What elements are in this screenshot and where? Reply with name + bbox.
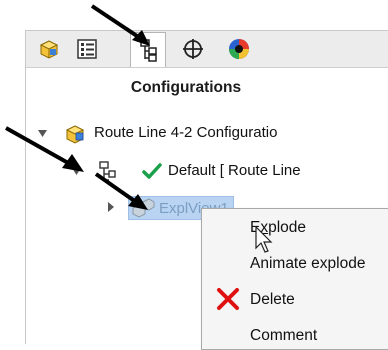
display-manager-icon bbox=[229, 39, 249, 59]
dimxpert-icon bbox=[183, 39, 203, 59]
menu-item-animate-explode[interactable]: Animate explode bbox=[250, 255, 365, 273]
annotation-arrow-icon bbox=[94, 172, 148, 210]
menu-item-comment-label: Comment bbox=[250, 327, 318, 344]
menu-item-delete-label: Delete bbox=[250, 291, 295, 308]
tree-item-root-label: Route Line 4-2 Configuratio bbox=[94, 124, 278, 141]
annotation-arrow-icon bbox=[90, 4, 150, 46]
manager-tabbar bbox=[26, 31, 388, 68]
part-icon bbox=[39, 40, 59, 59]
tree-item-default-label: Default [ Route Line bbox=[168, 162, 301, 179]
menu-item-delete[interactable]: Delete bbox=[250, 291, 295, 309]
pane-title: Configurations bbox=[130, 79, 242, 96]
tab-feature-manager[interactable] bbox=[32, 33, 66, 65]
delete-icon bbox=[217, 288, 239, 310]
mouse-cursor-icon bbox=[255, 226, 273, 253]
menu-item-animate-explode-label: Animate explode bbox=[250, 255, 366, 272]
annotation-arrow-icon bbox=[5, 126, 84, 172]
menu-item-comment[interactable]: Comment bbox=[250, 327, 317, 345]
tab-display-manager[interactable] bbox=[222, 33, 256, 65]
context-menu: Explode Animate explode Delete Comment bbox=[201, 208, 388, 350]
tab-dimxpert-manager[interactable] bbox=[176, 33, 210, 65]
